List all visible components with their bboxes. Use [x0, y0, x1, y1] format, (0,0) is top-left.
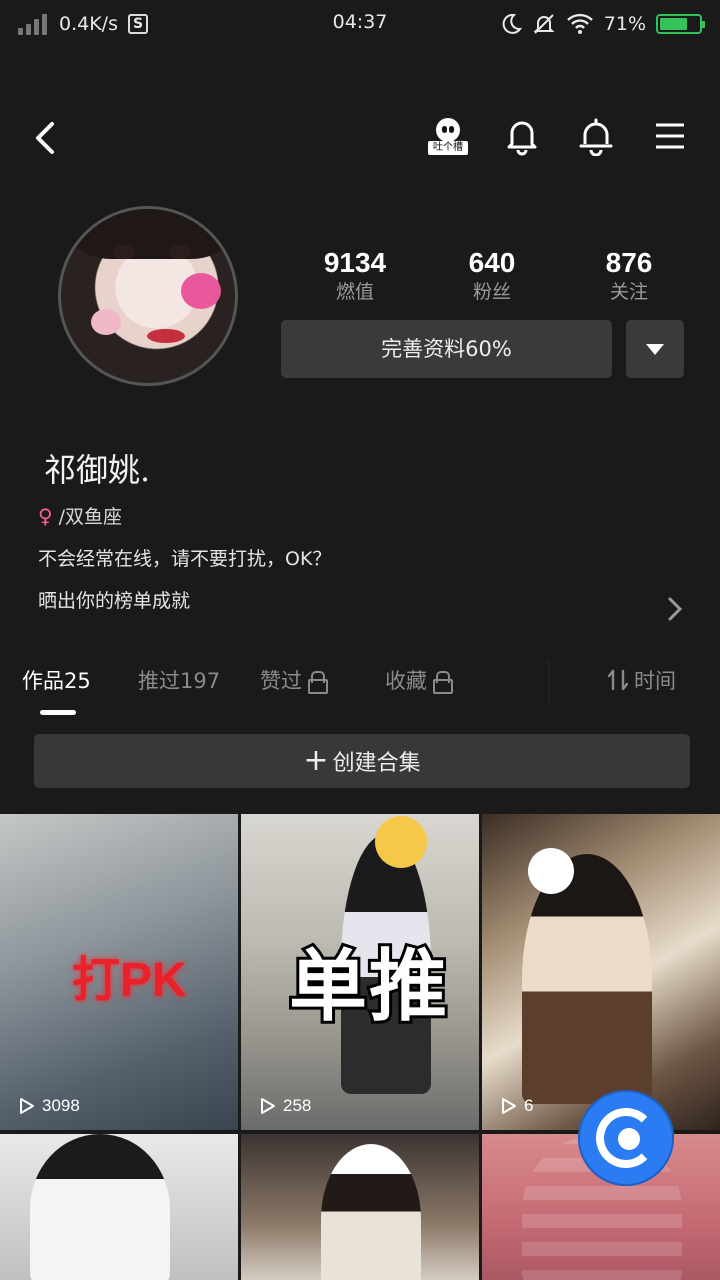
- play-icon: [261, 1098, 275, 1114]
- play-count: 3098: [18, 1096, 80, 1116]
- battery-icon: [656, 14, 705, 34]
- sort-label: 时间: [634, 669, 676, 693]
- stat-label: 燃值: [335, 281, 374, 303]
- play-icon: [20, 1098, 34, 1114]
- ring-bell-icon[interactable]: [502, 114, 542, 158]
- qq-icon[interactable]: 吐个槽: [428, 114, 468, 158]
- s-badge-icon: S: [127, 14, 148, 34]
- top-bar: 吐个槽: [0, 108, 720, 168]
- thumbnail-overlay-text: 打PK: [72, 954, 187, 1007]
- works-grid: 打PK 3098 单推 258 6: [0, 814, 720, 1280]
- stat-number: 9134: [323, 247, 387, 278]
- stat-label: 粉丝: [472, 281, 511, 303]
- work-thumbnail[interactable]: [0, 1134, 238, 1280]
- work-thumbnail[interactable]: [241, 1134, 479, 1280]
- bell-icon[interactable]: [576, 114, 616, 158]
- profile-tabs: 作品25 推过197 赞过 收藏 时间: [0, 660, 720, 720]
- active-tab-indicator: [40, 710, 76, 715]
- work-thumbnail[interactable]: 单推 258: [241, 814, 479, 1130]
- back-icon[interactable]: [28, 116, 68, 160]
- zodiac-text: /双鱼座: [58, 506, 123, 528]
- stat-number: 640: [468, 247, 516, 278]
- profile-name: 祁御姚.: [44, 451, 151, 489]
- plus-icon: +: [303, 743, 329, 778]
- create-collection-label: 创建合集: [332, 751, 421, 776]
- net-speed: 0.4K/s: [59, 13, 118, 35]
- edit-profile-button[interactable]: 完善资料60%: [281, 320, 612, 378]
- lock-icon: [308, 671, 328, 694]
- tab-label: 作品25: [22, 669, 91, 693]
- play-icon: [502, 1098, 516, 1114]
- chevron-right-icon[interactable]: [666, 596, 684, 622]
- play-count-value: 6: [524, 1096, 534, 1115]
- wifi-icon: [566, 13, 593, 34]
- play-count-value: 258: [283, 1096, 312, 1115]
- battery-percent: 71%: [603, 13, 646, 35]
- gender-zodiac: ♀ /双鱼座: [38, 502, 122, 529]
- female-icon: ♀: [38, 503, 53, 528]
- avatar[interactable]: [58, 206, 238, 386]
- stat-fans[interactable]: 640 粉丝: [447, 246, 537, 304]
- rank-achievement-link[interactable]: 晒出你的榜单成就: [38, 586, 190, 613]
- tab-works[interactable]: 作品25: [22, 660, 91, 700]
- tab-label: 赞过: [260, 669, 302, 693]
- play-count: 258: [259, 1096, 311, 1116]
- moon-icon: [502, 13, 522, 34]
- floating-assistant-button[interactable]: [578, 1090, 674, 1186]
- create-collection-button[interactable]: + 创建合集: [34, 734, 690, 788]
- tab-recommended[interactable]: 推过197: [138, 660, 220, 700]
- tab-label: 收藏: [385, 669, 427, 693]
- thumbnail-overlay-text: 单推: [286, 939, 450, 1035]
- tab-label: 推过197: [138, 669, 221, 693]
- stat-heat[interactable]: 9134 燃值: [310, 246, 400, 304]
- dropdown-button[interactable]: [626, 320, 684, 378]
- tab-divider: [548, 660, 550, 704]
- menu-icon[interactable]: [650, 114, 690, 158]
- profile-stats: 9134 燃值 640 粉丝 876 关注: [280, 246, 684, 304]
- work-thumbnail[interactable]: 打PK 3098: [0, 814, 238, 1130]
- mute-bell-icon: [533, 14, 555, 34]
- lock-icon: [433, 671, 453, 694]
- play-count-value: 3098: [42, 1096, 80, 1115]
- play-count: 6: [500, 1096, 533, 1116]
- tab-favorites[interactable]: 收藏: [385, 660, 453, 700]
- signal-icon: [18, 13, 47, 35]
- status-bar: 0.4K/s S 04:37 71%: [0, 0, 720, 48]
- work-thumbnail[interactable]: 6: [482, 814, 720, 1130]
- stat-following[interactable]: 876 关注: [584, 246, 674, 304]
- tab-liked[interactable]: 赞过: [260, 660, 328, 700]
- sort-icon: [608, 669, 628, 691]
- stat-number: 876: [605, 247, 653, 278]
- qq-label: 吐个槽: [428, 141, 468, 155]
- sort-by-time[interactable]: 时间: [608, 660, 676, 700]
- stat-label: 关注: [609, 281, 648, 303]
- bio-line: 不会经常在线，请不要打扰，OK？: [38, 548, 332, 570]
